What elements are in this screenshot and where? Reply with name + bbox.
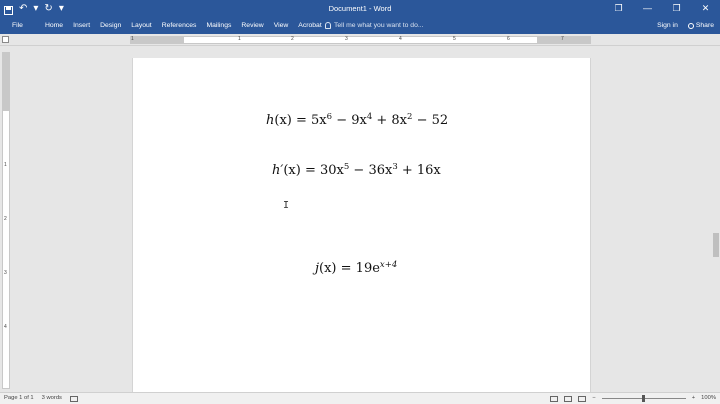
print-layout-icon[interactable]: [564, 395, 573, 402]
tell-me-box[interactable]: Tell me what you want to do...: [325, 17, 424, 34]
vertical-ruler[interactable]: 1 2 3 4: [2, 52, 10, 389]
equation-j[interactable]: j(x) = 19ex+4: [315, 260, 397, 276]
restore-icon[interactable]: ❐: [662, 0, 691, 17]
eq-term: + 16x: [397, 163, 441, 178]
share-label: Share: [695, 22, 714, 29]
ribbon-display-options-icon[interactable]: ❐: [604, 0, 633, 17]
tab-layout[interactable]: Layout: [126, 17, 156, 34]
tab-file[interactable]: File: [0, 17, 40, 34]
eq-arg: (x): [283, 163, 301, 178]
tab-insert[interactable]: Insert: [68, 17, 95, 34]
eq-term: − 52: [412, 113, 449, 128]
zoom-level[interactable]: 100%: [701, 393, 716, 404]
ruler-number: 2: [4, 216, 7, 222]
close-icon[interactable]: ✕: [691, 0, 720, 17]
tab-review[interactable]: Review: [236, 17, 268, 34]
zoom-slider-knob[interactable]: [641, 395, 645, 402]
web-layout-icon[interactable]: [578, 395, 587, 402]
status-left: Page 1 of 1 3 words: [4, 393, 78, 404]
ruler-number: 5: [453, 36, 456, 42]
eq-term: + 8x: [372, 113, 408, 128]
eq-arg: (x): [319, 261, 337, 276]
eq-lhs: h′: [272, 163, 284, 178]
ruler-number: 6: [507, 36, 510, 42]
zoom-in-button[interactable]: +: [692, 393, 695, 404]
ruler-number: 4: [4, 324, 7, 330]
tab-view[interactable]: View: [269, 17, 294, 34]
eq-term: = 30x: [304, 163, 344, 178]
left-margin-area: [131, 37, 184, 43]
title-bar: ↶ ▾ ↻ ▾ Document1 - Word ❐ — ❐ ✕: [0, 0, 720, 17]
sign-in-link[interactable]: Sign in: [657, 22, 678, 29]
ruler-number: 3: [345, 36, 348, 42]
proofing-icon[interactable]: [69, 395, 78, 402]
ruler-number: 7: [561, 36, 564, 42]
equation-h[interactable]: h(x) = 5x6 − 9x4 + 8x2 − 52: [266, 112, 448, 128]
tab-home[interactable]: Home: [40, 17, 68, 34]
zoom-out-button[interactable]: −: [592, 393, 595, 404]
zoom-slider[interactable]: [601, 395, 686, 402]
account-area: Sign in Share: [657, 17, 714, 34]
lightbulb-icon: [325, 22, 331, 29]
status-bar: Page 1 of 1 3 words − + 100%: [0, 392, 720, 404]
word-count[interactable]: 3 words: [42, 393, 62, 404]
eq-term: − 36x: [349, 163, 393, 178]
eq-term: − 9x: [332, 113, 367, 128]
eq-exponent: x+4: [379, 260, 398, 270]
tab-acrobat[interactable]: Acrobat: [293, 17, 326, 34]
status-right: − + 100%: [550, 393, 716, 404]
ribbon-tabs: File Home Insert Design Layout Reference…: [0, 17, 327, 34]
window-controls: ❐ — ❐ ✕: [604, 0, 720, 17]
equation-h-prime[interactable]: h′(x) = 30x5 − 36x3 + 16x: [272, 162, 441, 178]
read-mode-icon[interactable]: [550, 395, 559, 402]
horizontal-ruler[interactable]: 1 1 2 3 4 5 6 7: [130, 36, 591, 44]
document-page[interactable]: h(x) = 5x6 − 9x4 + 8x2 − 52 h′(x) = 30x5…: [132, 58, 591, 392]
text-cursor-icon: I: [283, 200, 290, 211]
ruler-number: 1: [4, 162, 7, 168]
ruler-number: 1: [238, 36, 241, 42]
ruler-number: 3: [4, 270, 7, 276]
eq-arg: (x): [274, 113, 292, 128]
eq-term: = 19e: [340, 261, 380, 276]
vertical-scrollbar[interactable]: [712, 46, 720, 390]
tab-references[interactable]: References: [157, 17, 202, 34]
page-count[interactable]: Page 1 of 1: [4, 393, 34, 404]
ruler-row: 1 1 2 3 4 5 6 7: [0, 34, 720, 46]
tab-design[interactable]: Design: [95, 17, 126, 34]
ruler-number: 4: [399, 36, 402, 42]
ruler-number: 1: [131, 36, 134, 42]
tell-me-text: Tell me what you want to do...: [334, 22, 424, 29]
top-margin-area: [3, 53, 9, 111]
ribbon-tab-bar: File Home Insert Design Layout Reference…: [0, 17, 720, 34]
tab-mailings[interactable]: Mailings: [201, 17, 236, 34]
scrollbar-thumb[interactable]: [713, 233, 719, 257]
minimize-icon[interactable]: —: [633, 0, 662, 17]
ruler-number: 2: [291, 36, 294, 42]
tab-selector-button[interactable]: [2, 36, 9, 43]
share-button[interactable]: Share: [687, 22, 714, 29]
person-icon: [687, 22, 694, 29]
eq-term: = 5x: [296, 113, 327, 128]
